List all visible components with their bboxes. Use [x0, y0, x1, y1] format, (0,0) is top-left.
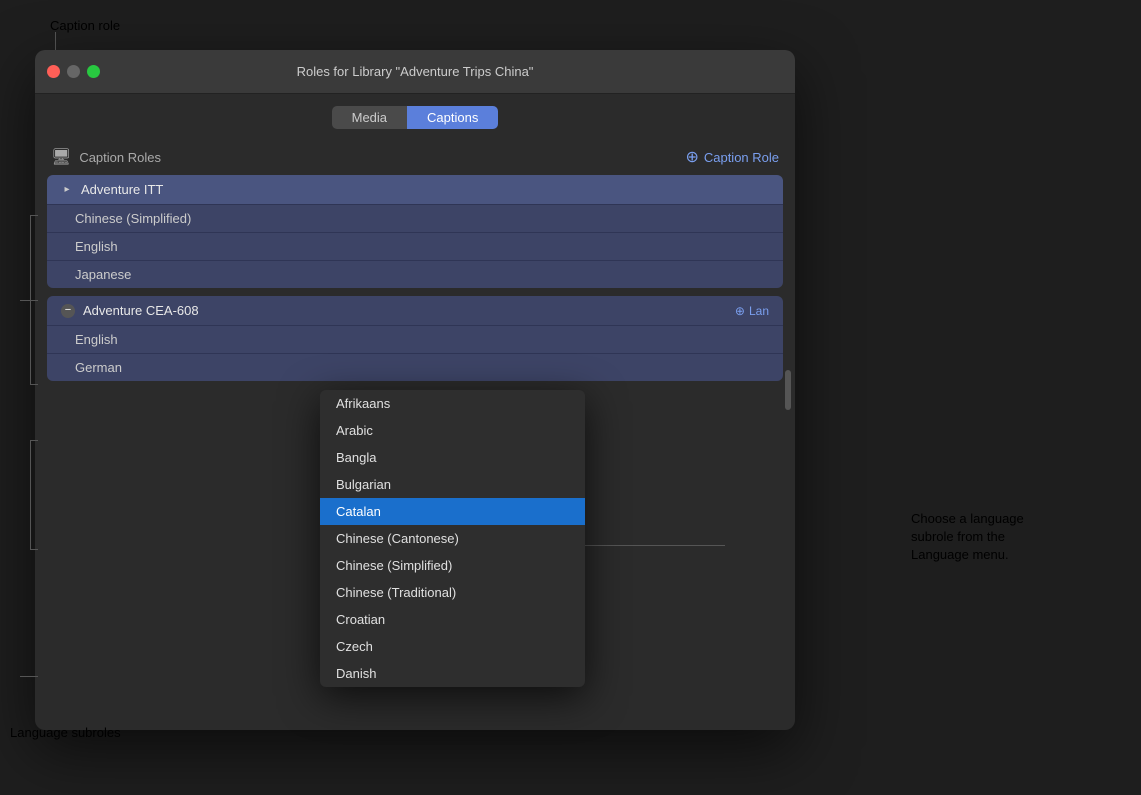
add-caption-role-label: Caption Role	[704, 150, 779, 165]
language-dropdown: Afrikaans Arabic Bangla Bulgarian Catala…	[320, 390, 585, 687]
dropdown-item-danish[interactable]: Danish	[320, 660, 585, 687]
tab-captions[interactable]: Captions	[407, 106, 498, 129]
dropdown-item-chinese-traditional[interactable]: Chinese (Traditional)	[320, 579, 585, 606]
subrole-english-itt[interactable]: English	[47, 232, 783, 260]
caption-roles-icon: 🖥	[51, 147, 71, 167]
callout-annotation: Choose a languagesubrole from theLanguag…	[911, 510, 1081, 565]
caption-role-annotation: Caption role	[50, 18, 120, 33]
dropdown-item-catalan[interactable]: Catalan	[320, 498, 585, 525]
close-button[interactable]	[47, 65, 60, 78]
window-controls	[47, 65, 100, 78]
bottom-connector-line	[20, 676, 38, 677]
dropdown-item-croatian[interactable]: Croatian	[320, 606, 585, 633]
cea-add-btn[interactable]: ⊕ Lan	[735, 304, 769, 318]
subrole-japanese[interactable]: Japanese	[47, 260, 783, 288]
role-group-header-itt[interactable]: ▸ Adventure ITT	[47, 175, 783, 204]
collapse-icon-cea: −	[61, 304, 75, 318]
dropdown-item-czech[interactable]: Czech	[320, 633, 585, 660]
minimize-button[interactable]	[67, 65, 80, 78]
subrole-german[interactable]: German	[47, 353, 783, 381]
role-group-adventure-cea: − Adventure CEA-608 ⊕ Lan English German	[47, 296, 783, 381]
role-group-adventure-itt: ▸ Adventure ITT Chinese (Simplified) Eng…	[47, 175, 783, 288]
dropdown-item-bulgarian[interactable]: Bulgarian	[320, 471, 585, 498]
titlebar: Roles for Library "Adventure Trips China…	[35, 50, 795, 94]
subrole-chinese-simplified[interactable]: Chinese (Simplified)	[47, 204, 783, 232]
callout-line	[585, 545, 725, 546]
cea-add-label: Lan	[749, 304, 769, 318]
role-group-name-itt: Adventure ITT	[81, 182, 163, 197]
language-subroles-bracket	[30, 440, 38, 550]
section-header: 🖥 Caption Roles ⊕ Caption Role	[35, 139, 795, 175]
add-icon: ⊕	[685, 147, 698, 167]
subrole-english-cea[interactable]: English	[47, 325, 783, 353]
tab-media[interactable]: Media	[332, 106, 407, 129]
dropdown-item-chinese-simplified[interactable]: Chinese (Simplified)	[320, 552, 585, 579]
scrollbar[interactable]	[785, 370, 791, 410]
top-connector-line	[20, 300, 38, 301]
tabs-row: Media Captions	[35, 94, 795, 139]
section-header-left: 🖥 Caption Roles	[51, 147, 161, 167]
maximize-button[interactable]	[87, 65, 100, 78]
dropdown-item-arabic[interactable]: Arabic	[320, 417, 585, 444]
dropdown-item-chinese-cantonese[interactable]: Chinese (Cantonese)	[320, 525, 585, 552]
cea-add-icon: ⊕	[735, 304, 745, 318]
cea-left: − Adventure CEA-608	[61, 303, 199, 318]
language-subroles-annotation: Language subroles	[10, 725, 121, 740]
collapse-icon-itt: ▸	[61, 184, 73, 196]
caption-roles-label: Caption Roles	[79, 150, 161, 165]
dropdown-item-bangla[interactable]: Bangla	[320, 444, 585, 471]
window-title: Roles for Library "Adventure Trips China…	[297, 64, 534, 79]
role-group-name-cea: Adventure CEA-608	[83, 303, 199, 318]
role-group-header-cea[interactable]: − Adventure CEA-608 ⊕ Lan	[47, 296, 783, 325]
dropdown-item-afrikaans[interactable]: Afrikaans	[320, 390, 585, 417]
add-caption-role-btn[interactable]: ⊕ Caption Role	[685, 147, 779, 167]
